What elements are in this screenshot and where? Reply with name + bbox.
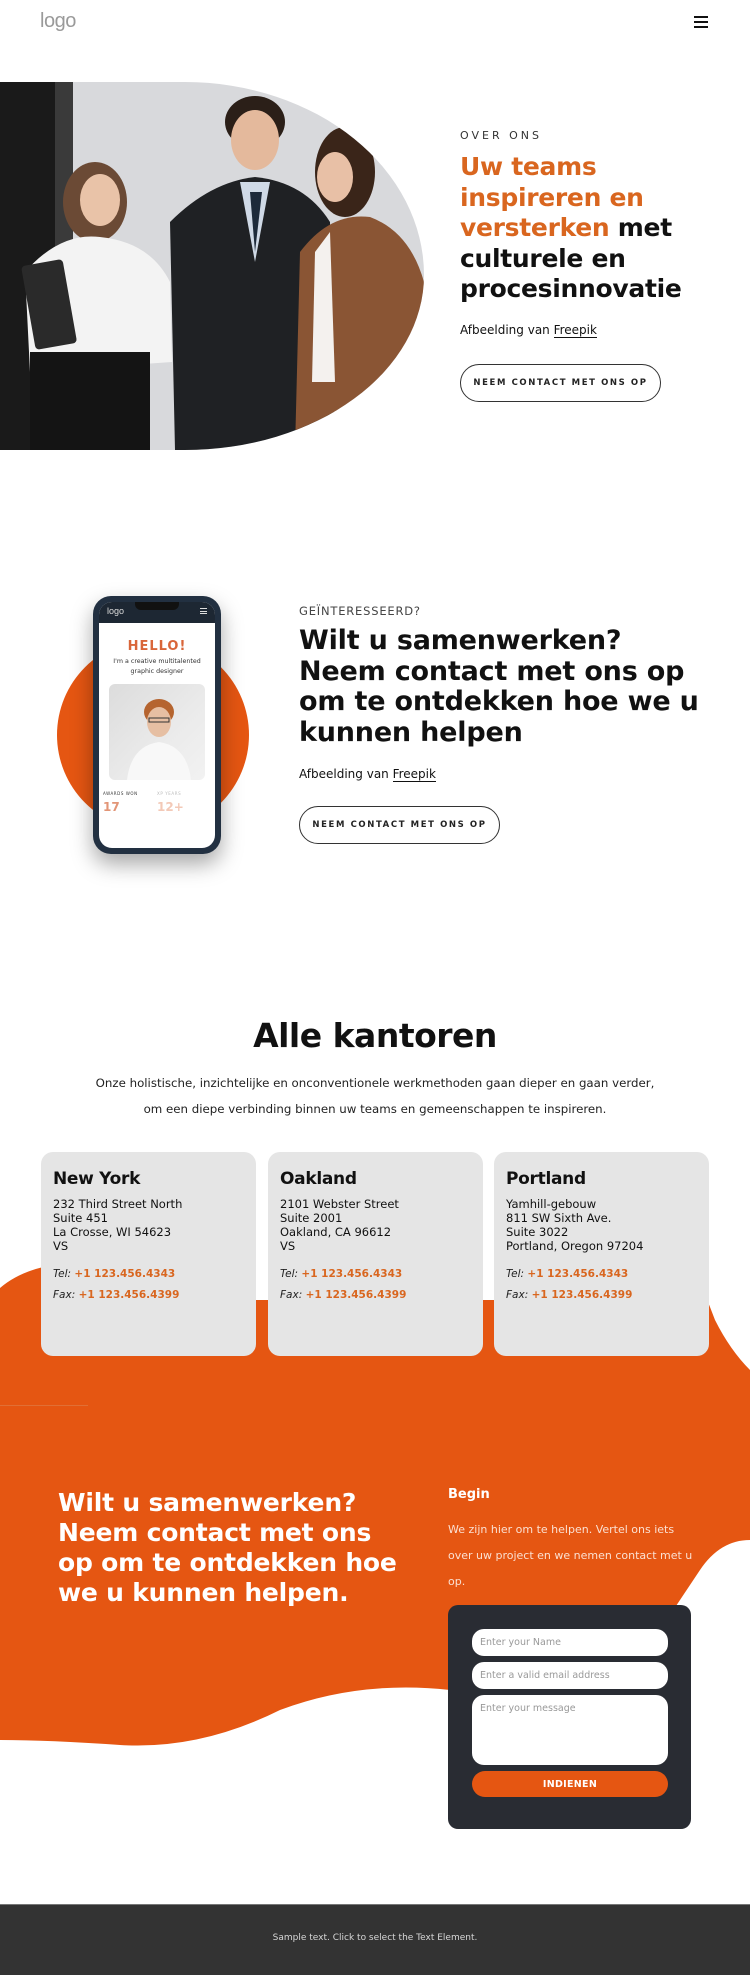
fax-number[interactable]: +1 123.456.4399	[79, 1289, 180, 1301]
office-card-portland: Portland Yamhill-gebouw 811 SW Sixth Ave…	[494, 1152, 709, 1356]
fax-label: Fax:	[506, 1289, 529, 1301]
office-contacts: Tel: +1 123.456.4343 Fax: +1 123.456.439…	[280, 1264, 471, 1306]
phone-stat: AWARDS WON 17	[103, 791, 157, 814]
collab-kicker: GEÏNTERESSEERD?	[299, 604, 421, 618]
office-card-oakland: Oakland 2101 Webster Street Suite 2001 O…	[268, 1152, 483, 1356]
team-photo	[0, 82, 424, 450]
office-contacts: Tel: +1 123.456.4343 Fax: +1 123.456.439…	[53, 1264, 244, 1306]
address-line: 232 Third Street North	[53, 1197, 183, 1211]
freepik-link[interactable]: Freepik	[553, 323, 597, 338]
address-line: VS	[53, 1239, 69, 1253]
phone-hamburger-icon	[200, 608, 207, 614]
credit-prefix: Afbeelding van	[460, 323, 554, 337]
office-city: New York	[53, 1169, 141, 1189]
contact-form: INDIENEN	[448, 1605, 691, 1829]
office-tel: Tel: +1 123.456.4343	[53, 1264, 244, 1285]
address-line: Oakland, CA 96612	[280, 1225, 392, 1239]
address-line: La Crosse, WI 54623	[53, 1225, 172, 1239]
divider	[0, 1405, 88, 1406]
credit-prefix: Afbeelding van	[299, 767, 393, 781]
site-header: logo	[0, 0, 750, 46]
collab-image-credit: Afbeelding van Freepik	[299, 767, 436, 782]
office-card-new-york: New York 232 Third Street North Suite 45…	[41, 1152, 256, 1356]
name-input[interactable]	[472, 1629, 668, 1656]
contact-button[interactable]: NEEM CONTACT MET ONS OP	[460, 364, 661, 402]
tel-number[interactable]: +1 123.456.4343	[74, 1268, 175, 1280]
submit-button[interactable]: INDIENEN	[472, 1771, 668, 1797]
address-line: Portland, Oregon 97204	[506, 1239, 644, 1253]
freepik-link[interactable]: Freepik	[392, 767, 436, 782]
contact-title: Wilt u samenwerken? Neem contact met ons…	[58, 1488, 397, 1607]
stat-label: AWARDS WON	[103, 791, 138, 796]
address-line: Suite 451	[53, 1211, 108, 1225]
tel-label: Tel:	[506, 1268, 525, 1280]
fax-number[interactable]: +1 123.456.4399	[532, 1289, 633, 1301]
footer-text[interactable]: Sample text. Click to select the Text El…	[0, 1933, 750, 1943]
address-line: VS	[280, 1239, 296, 1253]
tel-label: Tel:	[53, 1268, 72, 1280]
offices-description: Onze holistische, inzichtelijke en oncon…	[95, 1076, 655, 1116]
office-tel: Tel: +1 123.456.4343	[506, 1264, 697, 1285]
stat-value: 12+	[157, 800, 184, 814]
address-line: Suite 2001	[280, 1211, 343, 1225]
about-kicker: OVER ONS	[460, 129, 542, 142]
collab-title: Wilt u samenwerken? Neem contact met ons…	[299, 625, 699, 748]
office-tel: Tel: +1 123.456.4343	[280, 1264, 471, 1285]
begin-text: We zijn hier om te helpen. Vertel ons ie…	[448, 1523, 693, 1588]
phone-subtitle: I'm a creative multitalented graphic des…	[113, 658, 201, 675]
address-line: Yamhill-gebouw	[506, 1197, 597, 1211]
fax-label: Fax:	[280, 1289, 303, 1301]
address-line: Suite 3022	[506, 1225, 569, 1239]
phone-stats: AWARDS WON 17 XP YEARS 12+	[99, 791, 215, 814]
office-fax: Fax: +1 123.456.4399	[280, 1285, 471, 1306]
phone-mockup: logo HELLO! I'm a creative multitalented…	[93, 596, 221, 854]
phone-screen: logo HELLO! I'm a creative multitalented…	[99, 602, 215, 848]
address-line: 2101 Webster Street	[280, 1197, 399, 1211]
tel-number[interactable]: +1 123.456.4343	[527, 1268, 628, 1280]
contact-button[interactable]: NEEM CONTACT MET ONS OP	[299, 806, 500, 844]
stat-label: XP YEARS	[157, 791, 182, 796]
message-textarea[interactable]	[472, 1695, 668, 1765]
office-city: Oakland	[280, 1169, 357, 1189]
footer: Sample text. Click to select the Text El…	[0, 1904, 750, 1975]
stat-value: 17	[103, 800, 120, 814]
office-fax: Fax: +1 123.456.4399	[53, 1285, 244, 1306]
phone-notch	[135, 602, 179, 610]
office-contacts: Tel: +1 123.456.4343 Fax: +1 123.456.439…	[506, 1264, 697, 1306]
phone-logo: logo	[107, 606, 125, 616]
email-input[interactable]	[472, 1662, 668, 1689]
fax-number[interactable]: +1 123.456.4399	[306, 1289, 407, 1301]
phone-navbar: logo	[99, 602, 215, 623]
about-image-credit: Afbeelding van Freepik	[460, 323, 597, 338]
office-fax: Fax: +1 123.456.4399	[506, 1285, 697, 1306]
hamburger-icon[interactable]	[694, 16, 708, 29]
offices-title: Alle kantoren	[253, 1016, 497, 1055]
fax-label: Fax:	[53, 1289, 76, 1301]
tel-number[interactable]: +1 123.456.4343	[301, 1268, 402, 1280]
tel-label: Tel:	[280, 1268, 299, 1280]
begin-heading: Begin	[448, 1487, 490, 1502]
phone-stat: XP YEARS 12+	[157, 791, 211, 814]
phone-portrait	[109, 684, 205, 780]
phone-hello: HELLO!	[127, 639, 187, 654]
logo[interactable]: logo	[40, 10, 76, 33]
address-line: 811 SW Sixth Ave.	[506, 1211, 612, 1225]
about-title: Uw teams inspireren en versterken met cu…	[460, 152, 720, 305]
office-city: Portland	[506, 1169, 586, 1189]
